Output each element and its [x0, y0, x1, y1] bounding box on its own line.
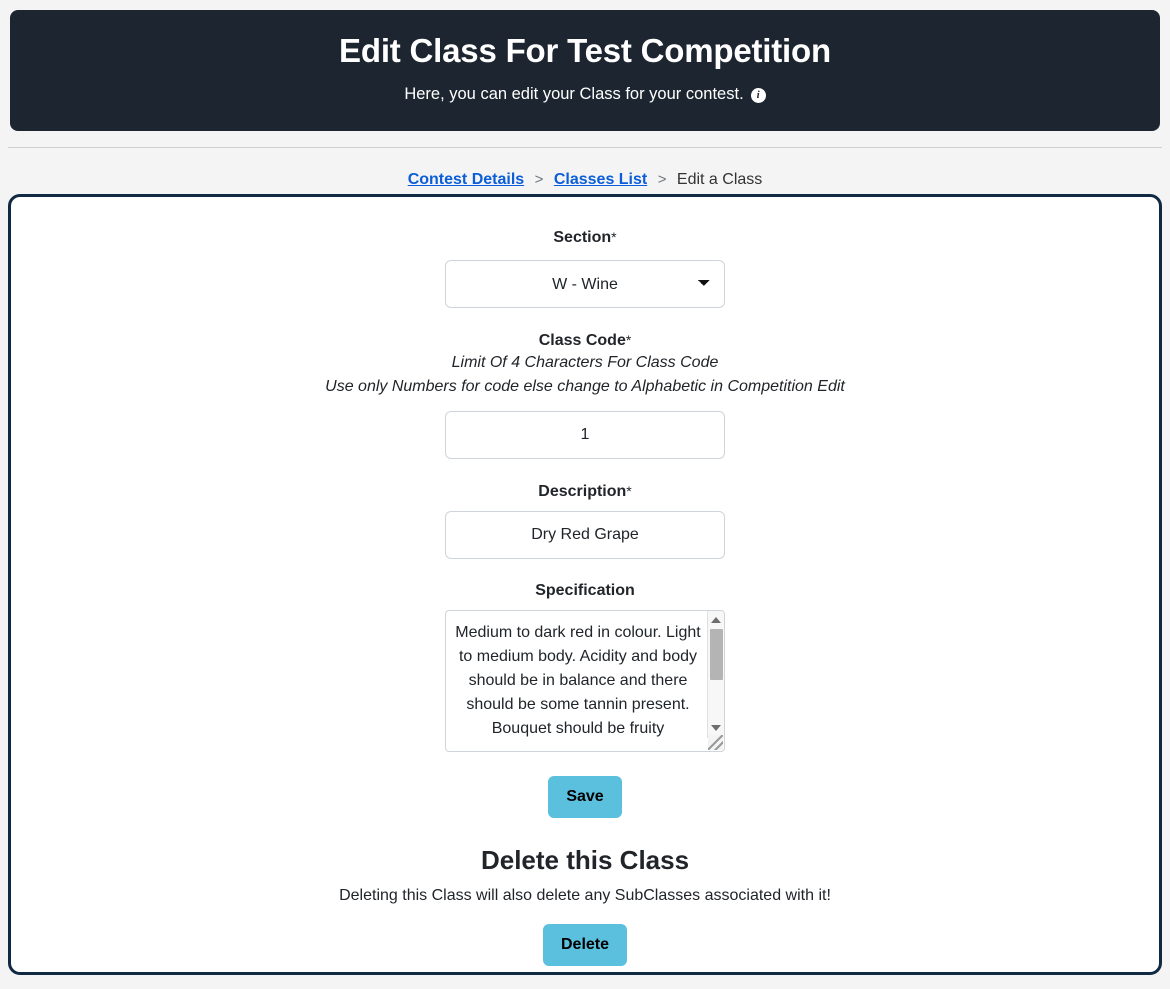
resize-grip-icon[interactable] [708, 735, 723, 750]
scrollbar-thumb[interactable] [710, 629, 723, 680]
edit-class-form: Section* W - Wine Class Code* Limit Of 4… [11, 197, 1159, 966]
delete-section-heading: Delete this Class [480, 845, 690, 875]
edit-class-card: Section* W - Wine Class Code* Limit Of 4… [8, 194, 1162, 975]
page-header-banner: Edit Class For Test Competition Here, yo… [10, 10, 1160, 131]
class-code-hint-2: Use only Numbers for code else change to… [325, 378, 845, 395]
breadcrumb-separator-1: > [534, 171, 544, 188]
breadcrumb-link-classes-list[interactable]: Classes List [554, 171, 647, 188]
page-root: Edit Class For Test Competition Here, yo… [0, 0, 1170, 989]
save-button-row: Save [11, 776, 1159, 818]
info-icon[interactable]: i [750, 87, 766, 103]
breadcrumb-separator-2: > [657, 171, 667, 188]
scroll-down-arrow-icon[interactable] [711, 723, 722, 734]
delete-button-row: Delete [11, 924, 1159, 966]
specification-textarea[interactable]: Medium to dark red in colour. Light to m… [445, 610, 725, 752]
class-code-hint-1: Limit Of 4 Characters For Class Code [451, 354, 719, 371]
delete-button[interactable]: Delete [542, 924, 628, 966]
page-subtitle: Here, you can edit your Class for your c… [404, 85, 744, 103]
specification-scrollbar[interactable] [707, 611, 724, 738]
class-code-required-mark: * [625, 332, 632, 348]
section-label: Section* [553, 229, 617, 246]
section-required-mark: * [611, 229, 617, 245]
page-subtitle-row: Here, you can edit your Class for your c… [10, 83, 1160, 105]
field-group-section: Section* W - Wine [11, 227, 1159, 308]
field-group-class-code: Class Code* Limit Of 4 Characters For Cl… [11, 330, 1159, 459]
breadcrumb: Contest Details > Classes List > Edit a … [0, 170, 1170, 190]
scroll-up-arrow-icon[interactable] [711, 615, 722, 626]
delete-section-note: Deleting this Class will also delete any… [339, 887, 831, 904]
section-select[interactable]: W - Wine [445, 260, 725, 308]
class-code-label: Class Code* [538, 332, 632, 349]
field-group-description: Description* [11, 481, 1159, 559]
save-button[interactable]: Save [548, 776, 622, 818]
description-required-mark: * [626, 483, 632, 499]
field-group-specification: Specification Medium to dark red in colo… [11, 581, 1159, 752]
breadcrumb-link-contest-details[interactable]: Contest Details [408, 171, 524, 188]
class-code-input[interactable] [445, 411, 725, 459]
specification-text: Medium to dark red in colour. Light to m… [455, 624, 706, 737]
description-label: Description* [538, 483, 632, 500]
specification-label: Specification [535, 582, 635, 599]
page-title: Edit Class For Test Competition [339, 32, 831, 69]
description-input[interactable] [445, 511, 725, 559]
breadcrumb-current-page: Edit a Class [676, 171, 763, 188]
header-divider [8, 147, 1162, 148]
